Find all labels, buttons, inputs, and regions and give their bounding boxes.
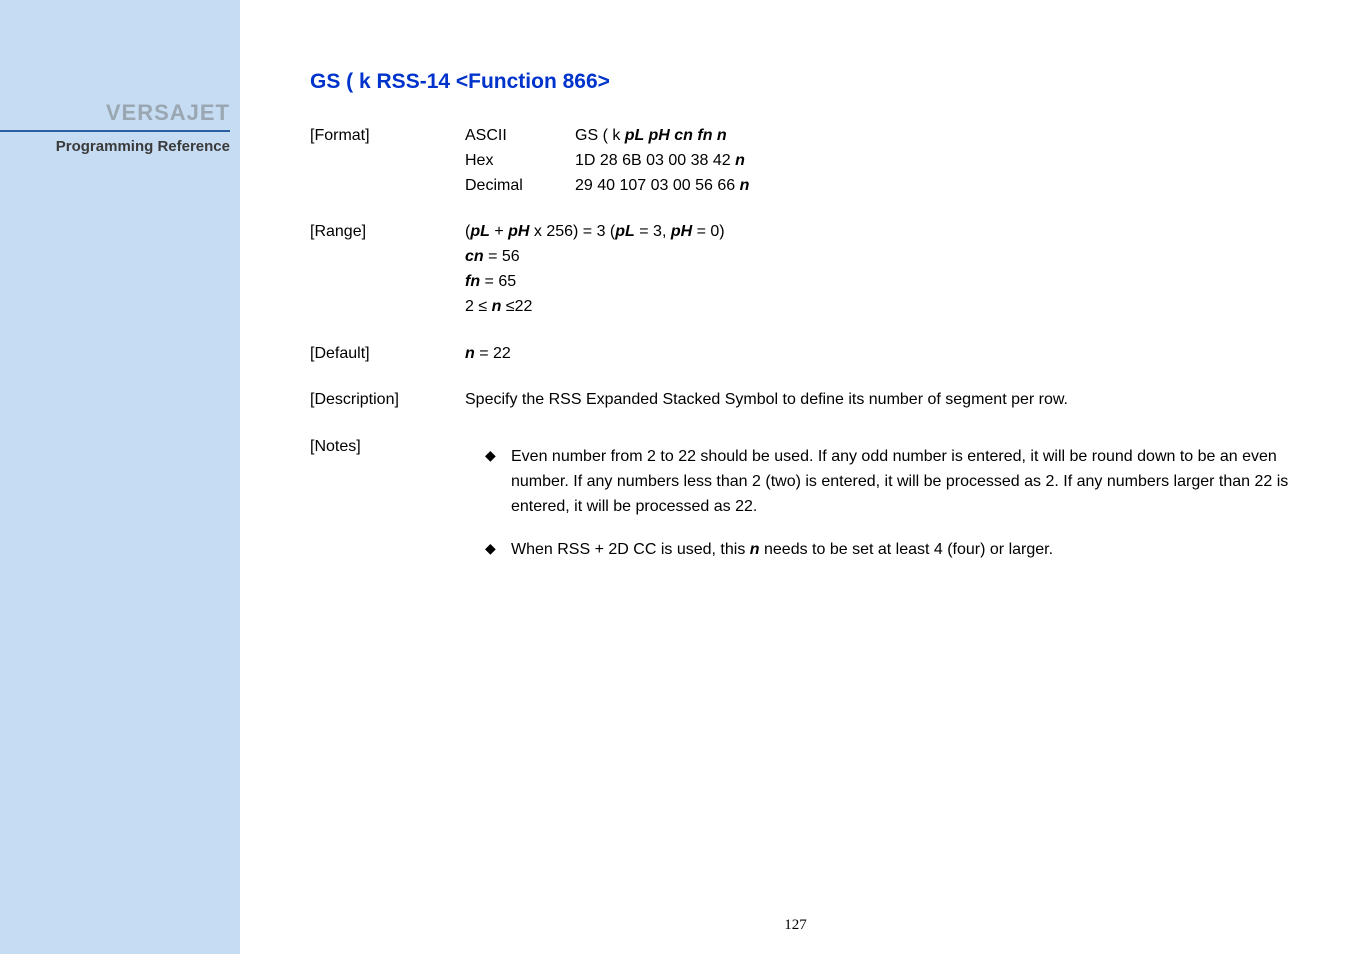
section-range: [Range] (pL + pH x 256) = 3 (pL = 3, pH … — [310, 220, 1311, 319]
t: pH — [671, 223, 692, 240]
brand-rule — [0, 130, 230, 132]
note-text: Even number from 2 to 22 should be used.… — [511, 448, 1288, 515]
t: = 22 — [475, 345, 511, 362]
format-row: Decimal 29 40 107 03 00 56 66 n — [465, 174, 1311, 199]
t: = 0) — [692, 223, 724, 240]
range-body: (pL + pH x 256) = 3 (pL = 3, pH = 0) cn … — [465, 220, 1311, 319]
range-line: fn = 65 — [465, 270, 1311, 295]
t: 2 ≤ — [465, 298, 492, 315]
range-line: (pL + pH x 256) = 3 (pL = 3, pH = 0) — [465, 220, 1311, 245]
format-row: Hex 1D 28 6B 03 00 38 42 n — [465, 149, 1311, 174]
page-title: GS ( k RSS-14 <Function 866> — [310, 70, 1311, 94]
format-key: Hex — [465, 149, 575, 174]
format-prefix: 1D 28 6B 03 00 38 42 — [575, 152, 735, 169]
t: + — [490, 223, 508, 240]
format-params: pL pH cn fn n — [625, 127, 727, 144]
label-default: [Default] — [310, 342, 465, 367]
label-description: [Description] — [310, 388, 465, 413]
label-notes: [Notes] — [310, 435, 465, 580]
t: = 65 — [480, 273, 516, 290]
format-value: 1D 28 6B 03 00 38 42 n — [575, 149, 745, 174]
range-line: 2 ≤ n ≤22 — [465, 295, 1311, 320]
format-params: n — [735, 152, 745, 169]
sidebar-subtitle: Programming Reference — [0, 138, 230, 155]
t: = 56 — [484, 248, 520, 265]
page: VERSAJET Programming Reference GS ( k RS… — [0, 0, 1351, 954]
note-param: n — [750, 541, 760, 558]
note-text: When RSS + 2D CC is used, this — [511, 541, 750, 558]
t: pL — [470, 223, 490, 240]
sidebar-inner: VERSAJET Programming Reference — [0, 100, 240, 155]
format-body: ASCII GS ( k pL pH cn fn n Hex 1D 28 6B … — [465, 124, 1311, 198]
default-body: n = 22 — [465, 342, 1311, 367]
format-key: ASCII — [465, 124, 575, 149]
description-body: Specify the RSS Expanded Stacked Symbol … — [465, 388, 1311, 413]
note-text: needs to be set at least 4 (four) or lar… — [760, 541, 1054, 558]
t: pH — [508, 223, 529, 240]
label-range: [Range] — [310, 220, 465, 319]
t: n — [492, 298, 502, 315]
format-prefix: 29 40 107 03 00 56 66 — [575, 177, 740, 194]
section-format: [Format] ASCII GS ( k pL pH cn fn n Hex … — [310, 124, 1311, 198]
section-description: [Description] Specify the RSS Expanded S… — [310, 388, 1311, 413]
format-params: n — [740, 177, 750, 194]
format-prefix: GS ( k — [575, 127, 625, 144]
t: pL — [615, 223, 635, 240]
page-number: 127 — [784, 917, 807, 934]
content: GS ( k RSS-14 <Function 866> [Format] AS… — [240, 0, 1351, 954]
section-default: [Default] n = 22 — [310, 342, 1311, 367]
range-line: cn = 56 — [465, 245, 1311, 270]
t: x 256) = 3 ( — [529, 223, 615, 240]
format-row: ASCII GS ( k pL pH cn fn n — [465, 124, 1311, 149]
note-item: Even number from 2 to 22 should be used.… — [485, 445, 1311, 519]
note-item: When RSS + 2D CC is used, this n needs t… — [485, 538, 1311, 563]
label-format: [Format] — [310, 124, 465, 198]
sidebar: VERSAJET Programming Reference — [0, 0, 240, 954]
format-key: Decimal — [465, 174, 575, 199]
t: = 3, — [635, 223, 671, 240]
notes-body: Even number from 2 to 22 should be used.… — [465, 435, 1311, 580]
t: fn — [465, 273, 480, 290]
section-notes: [Notes] Even number from 2 to 22 should … — [310, 435, 1311, 580]
brand-title: VERSAJET — [0, 100, 230, 130]
notes-list: Even number from 2 to 22 should be used.… — [465, 445, 1311, 562]
t: n — [465, 345, 475, 362]
format-value: 29 40 107 03 00 56 66 n — [575, 174, 749, 199]
t: ≤22 — [501, 298, 532, 315]
t: cn — [465, 248, 484, 265]
format-value: GS ( k pL pH cn fn n — [575, 124, 727, 149]
